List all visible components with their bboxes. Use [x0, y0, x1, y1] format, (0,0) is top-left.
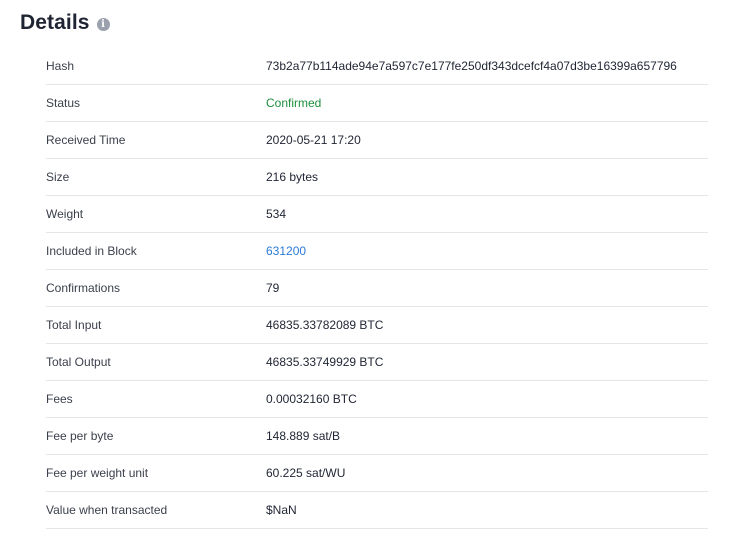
fees-value: 0.00032160 BTC — [266, 392, 357, 406]
detail-label: Included in Block — [46, 244, 137, 258]
detail-label: Fees — [46, 392, 73, 406]
detail-label: Total Input — [46, 318, 102, 332]
block-link[interactable]: 631200 — [266, 244, 708, 258]
weight-value: 534 — [266, 207, 287, 221]
details-table: Hash 73b2a77b114ade94e7a597c7e177fe250df… — [46, 48, 708, 529]
detail-label: Total Output — [46, 355, 111, 369]
detail-label: Value when transacted — [46, 503, 168, 517]
detail-row-size: Size 216 bytes — [46, 159, 708, 196]
page-title: Details — [20, 11, 90, 34]
detail-label: Hash — [46, 59, 75, 73]
hash-value: 73b2a77b114ade94e7a597c7e177fe250df343dc… — [266, 59, 677, 73]
detail-row-total-output: Total Output 46835.33749929 BTC — [46, 344, 708, 381]
detail-row-status: Status Confirmed — [46, 85, 708, 122]
detail-label: Confirmations — [46, 281, 121, 295]
detail-row-total-input: Total Input 46835.33782089 BTC — [46, 307, 708, 344]
size-value: 216 bytes — [266, 170, 319, 184]
info-icon[interactable]: i — [96, 17, 110, 31]
detail-row-block: Included in Block 631200 — [46, 233, 708, 270]
total-input-value: 46835.33782089 BTC — [266, 318, 384, 332]
details-header: Details i — [20, 10, 110, 36]
detail-label: Received Time — [46, 133, 126, 147]
detail-row-received-time: Received Time 2020-05-21 17:20 — [46, 122, 708, 159]
status-value: Confirmed — [266, 96, 322, 110]
fee-per-byte-value: 148.889 sat/B — [266, 429, 341, 443]
detail-label: Fee per byte — [46, 429, 114, 443]
detail-row-confirmations: Confirmations 79 — [46, 270, 708, 307]
detail-row-fee-per-byte: Fee per byte 148.889 sat/B — [46, 418, 708, 455]
detail-row-fees: Fees 0.00032160 BTC — [46, 381, 708, 418]
detail-label: Status — [46, 96, 81, 110]
detail-label: Size — [46, 170, 70, 184]
detail-row-value-when-transacted: Value when transacted $NaN — [46, 492, 708, 529]
value-when-transacted-value: $NaN — [266, 503, 297, 517]
confirmations-value: 79 — [266, 281, 280, 295]
detail-label: Weight — [46, 207, 84, 221]
detail-label: Fee per weight unit — [46, 466, 149, 480]
fee-per-weight-unit-value: 60.225 sat/WU — [266, 466, 346, 480]
received-time-value: 2020-05-21 17:20 — [266, 133, 361, 147]
detail-row-weight: Weight 534 — [46, 196, 708, 233]
detail-row-fee-per-weight-unit: Fee per weight unit 60.225 sat/WU — [46, 455, 708, 492]
detail-row-hash: Hash 73b2a77b114ade94e7a597c7e177fe250df… — [46, 48, 708, 85]
total-output-value: 46835.33749929 BTC — [266, 355, 384, 369]
